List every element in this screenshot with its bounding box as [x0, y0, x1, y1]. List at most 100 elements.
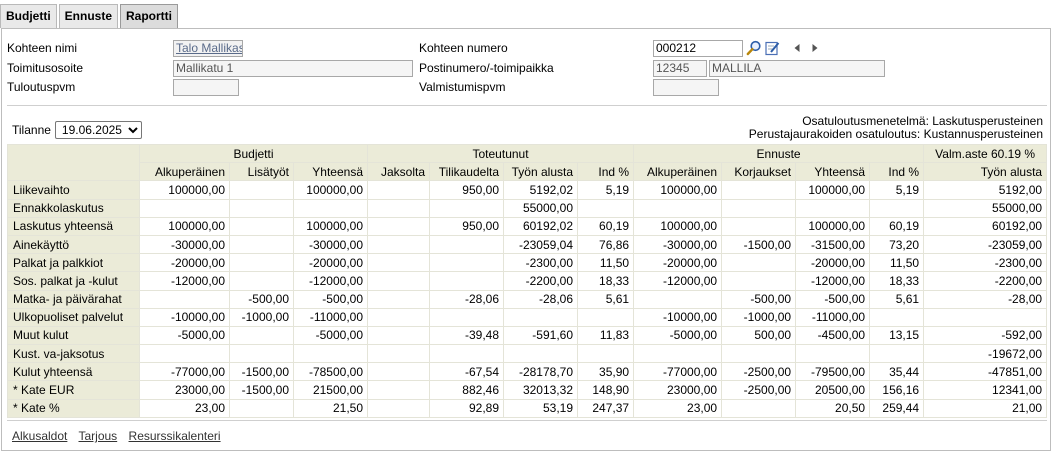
table-cell: -28,00: [923, 289, 1048, 309]
table-cell: -2300,00: [923, 253, 1048, 273]
row-label: Kust. va-jaksotus: [7, 344, 140, 364]
table-cell: -77000,00: [633, 362, 723, 382]
table-cell: 5192,02: [503, 180, 578, 200]
row-label: Muut kulut: [7, 325, 140, 346]
table-cell: [795, 198, 871, 218]
next-icon[interactable]: [810, 40, 820, 56]
postinumero-field[interactable]: 12345: [653, 60, 707, 77]
valmistumispvm-field[interactable]: [653, 79, 719, 96]
table-cell: 11,50: [576, 253, 635, 273]
table-cell: [923, 307, 1048, 327]
table-cell: 100000,00: [139, 180, 230, 200]
row-label: * Kate EUR: [7, 380, 140, 400]
table-cell: -30000,00: [633, 234, 723, 255]
tuloutuspvm-field[interactable]: [173, 79, 239, 96]
kohteen-numero-field[interactable]: 000212: [653, 40, 743, 57]
table-cell: 53,19: [503, 398, 578, 418]
table-cell: -19672,00: [923, 344, 1048, 364]
toteutunut-header: Toteutunut: [366, 143, 635, 164]
table-row: Palkat ja palkkiot -20000,00 -20000,00 -230…: [7, 253, 1048, 273]
table-row: Liikevaihto 100000,00 100000,00 950,00 5192,…: [7, 180, 1048, 200]
table-cell: 500,00: [721, 325, 797, 346]
table-cell: -10000,00: [633, 307, 723, 327]
kohteen-nimi-field[interactable]: Talo Mallikas: [173, 40, 243, 57]
tab-raportti[interactable]: Raportti: [120, 4, 179, 29]
table-cell: 259,44: [869, 398, 925, 418]
toimitusosoite-field[interactable]: Mallikatu 1: [173, 60, 413, 77]
table-cell: [869, 307, 925, 327]
table-cell: -500,00: [293, 289, 368, 309]
col-header-tilikaudelta: Tilikaudelta: [429, 162, 504, 182]
table-cell: 60192,02: [503, 216, 578, 236]
table-cell: [429, 198, 504, 218]
tab-ennuste[interactable]: Ennuste: [58, 4, 119, 28]
table-cell: 247,37: [576, 398, 635, 418]
col-header-ennuste-yhteensa: Yhteensä: [795, 162, 871, 182]
row-label: Liikevaihto: [7, 180, 140, 200]
table-cell: 60,19: [576, 216, 635, 236]
table-cell: 11,83: [576, 325, 635, 346]
table-cell: 950,00: [429, 216, 504, 236]
table-cell: 21500,00: [293, 380, 368, 400]
table-cell: [429, 253, 504, 273]
table-cell: 100000,00: [633, 216, 723, 236]
table-cell: [367, 253, 430, 273]
alkusaldot-link[interactable]: Alkusaldot: [12, 429, 67, 443]
divider: [7, 105, 1047, 106]
table-cell: -23059,00: [923, 234, 1048, 255]
table-cell: 5,19: [576, 180, 635, 200]
table-cell: -4500,00: [795, 325, 871, 346]
tuloutuspvm-label: Tuloutuspvm: [7, 80, 76, 94]
report-table: Budjetti Toteutunut Ennuste Valm.aste 60…: [7, 143, 1048, 418]
table-cell: -591,60: [503, 325, 578, 346]
table-cell: -5000,00: [633, 325, 723, 346]
tarjous-link[interactable]: Tarjous: [79, 429, 118, 443]
table-cell: [229, 271, 294, 291]
table-cell: -1000,00: [721, 307, 797, 327]
table-cell: [429, 307, 504, 327]
previous-icon[interactable]: [792, 40, 802, 56]
col-header-budjetti-alkuperainen: Alkuperäinen: [139, 162, 230, 182]
table-cell: -1500,00: [229, 362, 294, 382]
table-cell: [721, 253, 797, 273]
table-cell: [633, 198, 723, 218]
table-cell: [367, 216, 430, 236]
col-header-ennuste-ind: Ind %: [869, 162, 925, 182]
table-cell: -31500,00: [795, 234, 871, 255]
col-header-korjaukset: Korjaukset: [721, 162, 797, 182]
valmiusaste-header: Valm.aste 60.19 %: [923, 143, 1048, 164]
table-cell: 76,86: [576, 234, 635, 255]
table-cell: [229, 325, 294, 346]
table-cell: [139, 198, 230, 218]
table-cell: [367, 180, 430, 200]
tab-budjetti[interactable]: Budjetti: [0, 4, 57, 28]
table-cell: -500,00: [721, 289, 797, 309]
table-cell: [293, 198, 368, 218]
table-cell: [721, 398, 797, 418]
table-row: * Kate % 23,00 21,50 92,89 53,19 247,37 23,00 2…: [7, 398, 1048, 418]
table-cell: 60192,00: [923, 216, 1048, 236]
table-row: Muut kulut -5000,00 -5000,00 -39,48 -591,60 1…: [7, 325, 1048, 346]
edit-icon[interactable]: [764, 40, 780, 56]
search-icon[interactable]: [746, 40, 762, 56]
table-cell: 60,19: [869, 216, 925, 236]
table-cell: -12000,00: [293, 271, 368, 291]
table-cell: 23,00: [633, 398, 723, 418]
table-row: * Kate EUR 23000,00 -1500,00 21500,00 882,46…: [7, 380, 1048, 400]
table-cell: [229, 344, 294, 364]
table-cell: [367, 234, 430, 255]
table-cell: -1000,00: [229, 307, 294, 327]
tilanne-select[interactable]: 19.06.2025: [54, 121, 142, 139]
table-cell: 100000,00: [795, 216, 871, 236]
postinumero-label: Postinumero/-toimipaikka: [419, 61, 554, 75]
toimipaikka-field[interactable]: MALLILA: [709, 60, 885, 77]
resurssikalenteri-link[interactable]: Resurssikalenteri: [129, 429, 221, 443]
table-cell: 5,19: [869, 180, 925, 200]
row-label: * Kate %: [7, 398, 140, 418]
col-header-toteutunut-ind: Ind %: [576, 162, 635, 182]
table-cell: -77000,00: [139, 362, 230, 382]
sub-header-row: Alkuperäinen Lisätyöt Yhteensä Jaksolta …: [8, 162, 1048, 182]
table-cell: -1500,00: [229, 380, 294, 400]
table-cell: [229, 198, 294, 218]
row-label: Ennakkolaskutus: [7, 198, 140, 218]
